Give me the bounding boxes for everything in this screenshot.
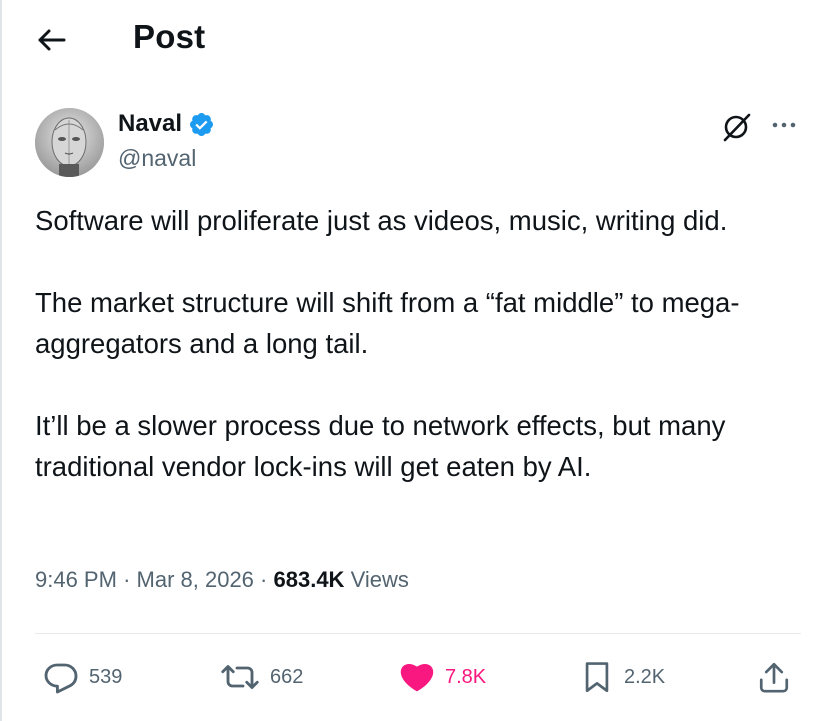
bookmark-icon — [585, 662, 609, 693]
divider — [35, 633, 801, 634]
left-border — [0, 0, 2, 721]
meta-separator: · — [260, 567, 268, 592]
post-meta: 9:46 PM · Mar 8, 2026 · 683.4K Views — [35, 567, 409, 593]
tweet-paragraph: The market structure will shift from a “… — [35, 287, 740, 359]
like-count: 7.8K — [445, 665, 487, 688]
tweet-paragraph: Software will proliferate just as videos… — [35, 205, 728, 236]
page-title: Post — [133, 18, 206, 55]
views-label[interactable]: Views — [351, 567, 409, 592]
reply-button[interactable]: 539 — [43, 650, 122, 704]
author-handle[interactable]: @naval — [118, 145, 196, 172]
heart-filled-icon — [400, 663, 434, 692]
views-count[interactable]: 683.4K — [274, 567, 345, 592]
avatar[interactable] — [35, 108, 104, 177]
action-bar: 539 662 7.8K 2.2K — [0, 650, 825, 704]
header: Post — [0, 0, 825, 80]
repost-icon — [221, 665, 259, 689]
author-name[interactable]: Naval — [118, 110, 182, 138]
reply-count: 539 — [89, 665, 123, 688]
repost-count: 662 — [270, 665, 304, 688]
arrow-left-icon — [38, 29, 66, 51]
back-button[interactable] — [33, 22, 69, 58]
bookmark-count: 2.2K — [624, 665, 666, 688]
grok-button[interactable] — [720, 110, 754, 144]
meta-separator: · — [123, 567, 131, 592]
reply-icon — [44, 663, 78, 694]
grok-icon — [723, 113, 751, 142]
bookmark-button[interactable]: 2.2K — [580, 650, 665, 704]
post-date[interactable]: Mar 8, 2026 — [137, 567, 254, 592]
repost-button[interactable]: 662 — [220, 650, 303, 704]
verified-badge-icon[interactable] — [188, 111, 215, 138]
avatar-image — [35, 108, 104, 177]
tweet-paragraph: It’ll be a slower process due to network… — [35, 410, 726, 482]
share-button[interactable] — [757, 650, 791, 704]
author-name-row: Naval — [118, 110, 215, 138]
share-icon — [759, 662, 789, 693]
like-button[interactable]: 7.8K — [399, 650, 486, 704]
more-options-button[interactable] — [766, 110, 802, 140]
post-time[interactable]: 9:46 PM — [35, 567, 117, 592]
tweet-text: Software will proliferate just as videos… — [35, 200, 795, 528]
more-horizontal-icon — [772, 122, 796, 128]
